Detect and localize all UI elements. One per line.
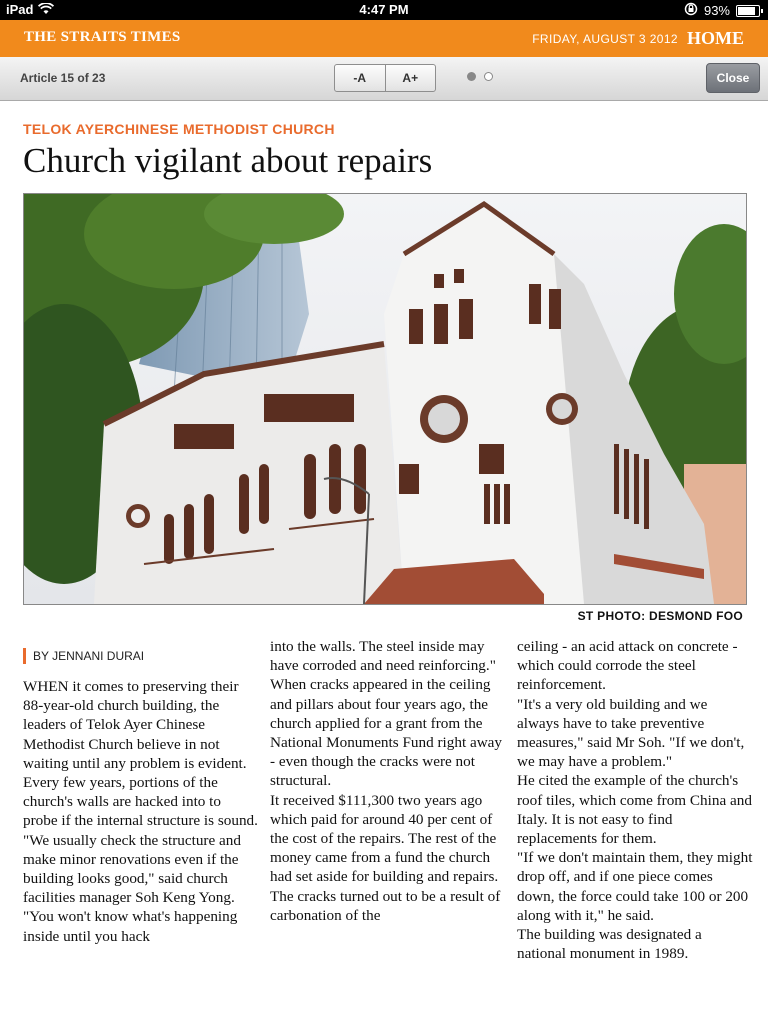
- article-photo: [23, 193, 747, 605]
- battery-icon: [736, 4, 763, 17]
- status-bar: iPad 4:47 PM 93%: [0, 0, 768, 20]
- edition-date: FRIDAY, AUGUST 3 2012: [532, 32, 678, 46]
- article-paragraph: "If we don't maintain them, they might d…: [517, 849, 753, 924]
- page-dot-1[interactable]: [467, 72, 476, 81]
- brand-logo: THE STRAITS TIMES: [24, 29, 181, 45]
- article-paragraph: ceiling - an acid attack on concrete - w…: [517, 638, 738, 694]
- article-paragraph: He cited the example of the church's roo…: [517, 772, 752, 848]
- article-paragraph: It received $111,300 two years ago which…: [270, 791, 499, 886]
- article-headline: Church vigilant about repairs: [23, 141, 433, 180]
- close-button[interactable]: Close: [706, 63, 760, 93]
- article-count: Article 15 of 23: [20, 71, 106, 85]
- article-paragraph: "You won't know what's happening inside …: [23, 908, 238, 945]
- masthead: THE STRAITS TIMES FRIDAY, AUGUST 3 2012 …: [0, 20, 768, 57]
- article-paragraph: The cracks turned out to be a result of …: [270, 887, 501, 924]
- article-paragraph: into the walls. The steel inside may hav…: [270, 638, 496, 675]
- article-column-2: into the walls. The steel inside may hav…: [270, 637, 506, 925]
- article-paragraph: "We usually check the structure and make…: [23, 831, 241, 907]
- font-size-control: -A A+: [334, 64, 436, 92]
- font-increase-button[interactable]: A+: [386, 65, 436, 91]
- page-dot-2[interactable]: [484, 72, 493, 81]
- article-paragraph: WHEN it comes to preserving their 88-yea…: [23, 678, 247, 772]
- battery-percent: 93%: [703, 3, 730, 18]
- photo-credit: ST PHOTO: DESMOND FOO: [577, 609, 743, 623]
- byline: BY JENNANI DURAI: [23, 648, 144, 664]
- article-column-3: ceiling - an acid attack on concrete - w…: [517, 637, 753, 963]
- font-decrease-button[interactable]: -A: [335, 65, 386, 91]
- article-paragraph: The building was designated a national m…: [517, 926, 702, 963]
- article-column-1: WHEN it comes to preserving their 88-yea…: [23, 677, 259, 946]
- article-kicker: TELOK AYERCHINESE METHODIST CHURCH: [23, 121, 335, 137]
- article-paragraph: When cracks appeared in the ceiling and …: [270, 676, 503, 790]
- rotation-lock-icon: [684, 2, 698, 19]
- article-paragraph: Every few years, portions of the church'…: [23, 774, 258, 830]
- article-paragraph: "It's a very old building and we always …: [517, 695, 745, 771]
- toolbar: Article 15 of 23 -A A+ Close: [0, 57, 768, 101]
- section-title: HOME: [687, 28, 744, 48]
- page-indicator[interactable]: [467, 72, 493, 81]
- clock: 4:47 PM: [359, 2, 409, 17]
